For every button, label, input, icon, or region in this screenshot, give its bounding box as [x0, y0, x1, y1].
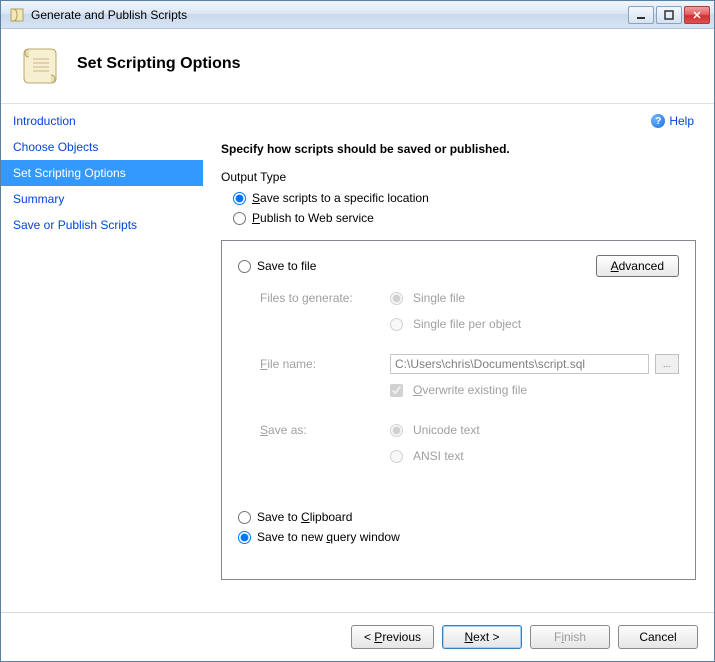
wizard-window: Generate and Publish Scripts Set Scripti…	[0, 0, 715, 662]
page-title: Set Scripting Options	[77, 55, 241, 73]
maximize-button[interactable]	[656, 6, 682, 24]
radio-save-to-new-query-label: Save to new query window	[257, 530, 400, 544]
close-button[interactable]	[684, 6, 710, 24]
scroll-icon	[21, 43, 63, 85]
browse-button: ...	[655, 354, 679, 374]
previous-button[interactable]: < Previous	[351, 625, 434, 649]
radio-publish-web[interactable]: Publish to Web service	[233, 208, 696, 228]
radio-single-file-per-object-label: Single file per object	[413, 317, 521, 331]
radio-unicode: Unicode text	[390, 420, 480, 440]
filename-input	[390, 354, 649, 374]
output-type-label: Output Type	[221, 170, 696, 184]
radio-ansi-input	[390, 450, 403, 463]
radio-publish-web-input[interactable]	[233, 212, 246, 225]
help-label: Help	[669, 114, 694, 128]
radio-single-file-input	[390, 292, 403, 305]
files-to-generate-label: Files to generate:	[260, 291, 390, 305]
radio-unicode-label: Unicode text	[413, 423, 480, 437]
sidebar-item-introduction[interactable]: Introduction	[1, 108, 203, 134]
titlebar: Generate and Publish Scripts	[1, 1, 714, 29]
radio-save-to-clipboard[interactable]: Save to Clipboard	[238, 507, 679, 527]
radio-save-to-file[interactable]: Save to file	[238, 256, 316, 276]
sidebar-item-set-scripting-options[interactable]: Set Scripting Options	[1, 160, 203, 186]
radio-single-file-label: Single file	[413, 291, 465, 305]
radio-single-file-per-object: Single file per object	[390, 314, 521, 334]
app-icon	[9, 7, 25, 23]
radio-save-location[interactable]: Save scripts to a specific location	[233, 188, 696, 208]
radio-save-to-clipboard-label: Save to Clipboard	[257, 510, 352, 524]
checkbox-overwrite-label: Overwrite existing file	[413, 383, 527, 397]
output-type-group: Save scripts to a specific location Publ…	[233, 188, 696, 228]
cancel-button[interactable]: Cancel	[618, 625, 698, 649]
radio-save-to-clipboard-input[interactable]	[238, 511, 251, 524]
radio-single-file: Single file	[390, 288, 465, 308]
window-title: Generate and Publish Scripts	[31, 8, 628, 22]
radio-save-to-new-query[interactable]: Save to new query window	[238, 527, 679, 547]
next-button[interactable]: Next >	[442, 625, 522, 649]
wizard-footer: < Previous Next > Finish Cancel	[1, 612, 714, 661]
finish-button: Finish	[530, 625, 610, 649]
sidebar-item-summary[interactable]: Summary	[1, 186, 203, 212]
radio-save-to-file-label: Save to file	[257, 259, 316, 273]
save-as-label: Save as:	[260, 423, 390, 437]
radio-ansi: ANSI text	[390, 446, 464, 466]
checkbox-overwrite: Overwrite existing file	[390, 380, 527, 400]
checkbox-overwrite-input	[390, 384, 403, 397]
help-icon: ?	[651, 114, 665, 128]
advanced-button[interactable]: Advanced	[596, 255, 679, 277]
file-options-group: Files to generate: Single file	[260, 285, 679, 469]
instruction-text: Specify how scripts should be saved or p…	[221, 142, 696, 156]
wizard-body: Introduction Choose Objects Set Scriptin…	[1, 104, 714, 612]
sidebar: Introduction Choose Objects Set Scriptin…	[1, 104, 203, 612]
radio-single-file-per-object-input	[390, 318, 403, 331]
sidebar-item-choose-objects[interactable]: Choose Objects	[1, 134, 203, 160]
save-panel: Save to file Advanced Files to generate:…	[221, 240, 696, 580]
help-link[interactable]: ? Help	[651, 114, 694, 128]
radio-save-to-new-query-input[interactable]	[238, 531, 251, 544]
dest-group: Save to Clipboard Save to new query wind…	[238, 507, 679, 547]
radio-save-to-file-input[interactable]	[238, 260, 251, 273]
sidebar-item-save-or-publish[interactable]: Save or Publish Scripts	[1, 212, 203, 238]
main-content: ? Help Specify how scripts should be sav…	[203, 104, 714, 612]
wizard-header: Set Scripting Options	[1, 29, 714, 104]
radio-save-location-label: ave scripts to a specific location	[260, 191, 429, 205]
radio-publish-web-label: ublish to Web service	[260, 211, 374, 225]
radio-save-location-input[interactable]	[233, 192, 246, 205]
window-controls	[628, 6, 710, 24]
radio-ansi-label: ANSI text	[413, 449, 464, 463]
minimize-button[interactable]	[628, 6, 654, 24]
radio-unicode-input	[390, 424, 403, 437]
filename-label: File name:	[260, 357, 390, 371]
